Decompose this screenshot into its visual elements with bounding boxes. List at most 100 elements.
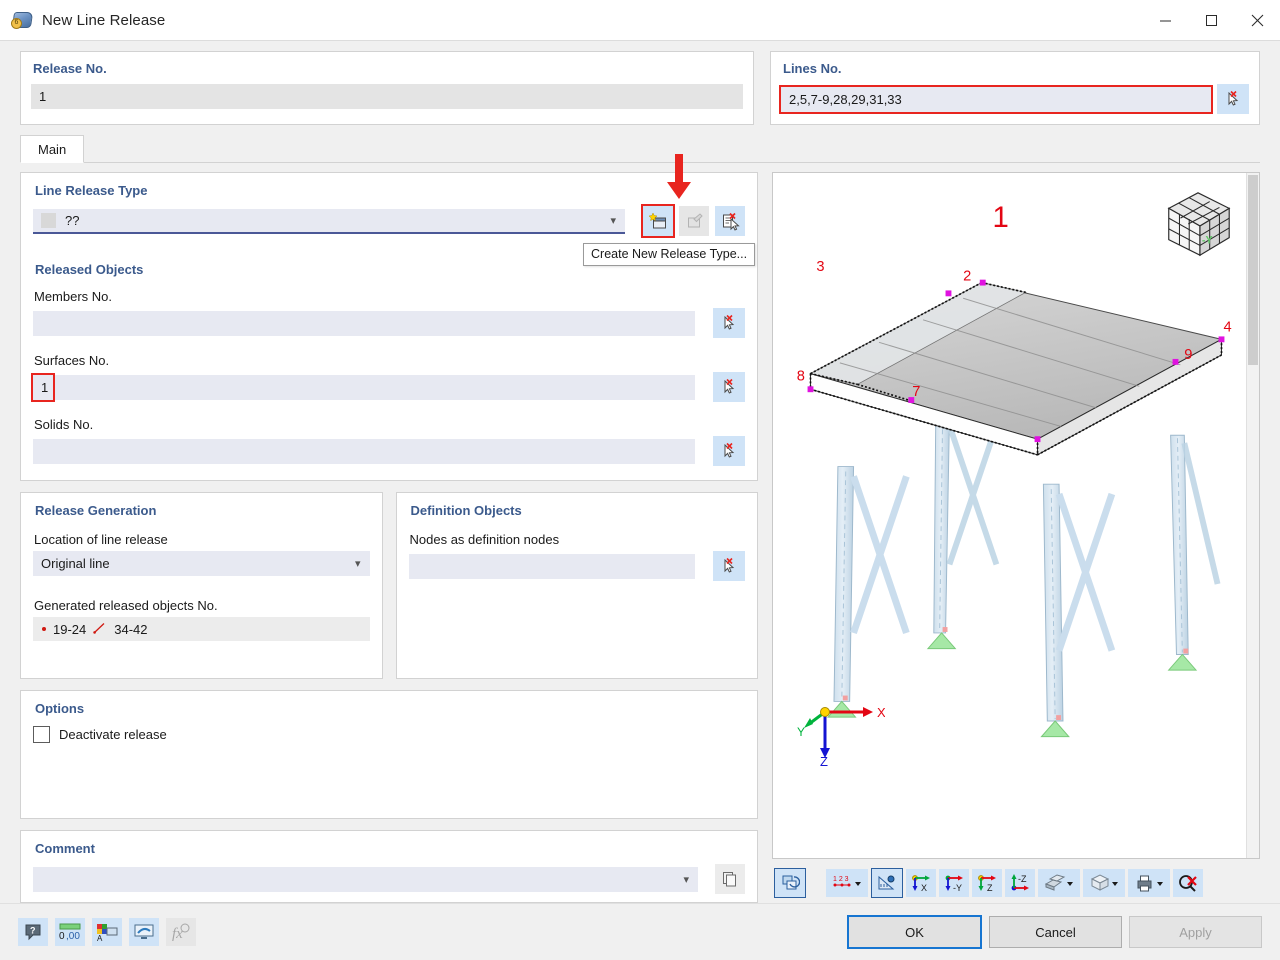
window-title: New Line Release — [42, 12, 165, 29]
dialog-body: Line Release Type ?? ▾ — [0, 163, 1280, 903]
cancel-button[interactable]: Cancel — [989, 916, 1122, 948]
line-slash-icon — [93, 622, 107, 637]
line-release-icon: 6 — [11, 9, 33, 31]
axis-triad: X Z Y — [795, 694, 885, 766]
release-generation-section: Release Generation Location of line rele… — [20, 492, 383, 679]
scrollbar-thumb[interactable] — [1248, 175, 1258, 365]
comment-copy-button[interactable] — [715, 864, 745, 894]
view-negy-button[interactable]: -Y — [939, 869, 969, 897]
surfaces-no-input[interactable]: 1 — [33, 375, 695, 400]
maximize-button[interactable] — [1188, 0, 1234, 40]
solids-no-input[interactable] — [33, 439, 695, 464]
viewport-toolbar: 1 2 3 — [772, 859, 1260, 903]
top-fields-row: Release No. 1 Lines No. 2,5,7-9,28,29,31… — [0, 41, 1280, 125]
location-of-line-release-combo[interactable]: Original line ▾ — [33, 551, 370, 576]
solids-no-pick-button[interactable] — [713, 436, 745, 466]
node-dot-icon — [42, 627, 46, 631]
comment-input[interactable]: ▾ — [33, 867, 698, 892]
view-z-button[interactable]: Z — [972, 869, 1002, 897]
location-of-line-release-value: Original line — [41, 556, 110, 571]
release-no-label: Release No. — [33, 61, 743, 76]
solids-no-label: Solids No. — [34, 417, 745, 432]
ok-button[interactable]: OK — [847, 915, 982, 949]
lines-no-pick-button[interactable] — [1217, 84, 1249, 114]
viewport-scrollbar[interactable] — [1246, 173, 1259, 858]
axis-z-label: Z — [820, 754, 828, 766]
release-no-input[interactable]: 1 — [31, 84, 743, 109]
units-button[interactable]: 0 ,00 — [55, 918, 85, 946]
create-new-release-type-tooltip: Create New Release Type... — [583, 243, 755, 266]
svg-text:1: 1 — [993, 201, 1009, 234]
title-bar: 6 New Line Release — [0, 0, 1280, 41]
render-mode-button[interactable] — [774, 868, 806, 898]
wireframe-button[interactable] — [1083, 869, 1125, 897]
release-type-color-swatch — [41, 213, 56, 228]
numbering-button[interactable]: 1 2 3 — [826, 869, 868, 897]
help-button[interactable]: ? — [18, 918, 48, 946]
svg-text:?: ? — [30, 926, 36, 936]
release-no-panel: Release No. 1 — [20, 51, 754, 125]
svg-text:0: 0 — [59, 931, 65, 942]
svg-text:-Z: -Z — [1018, 874, 1027, 884]
svg-text:A: A — [97, 934, 103, 942]
surfaces-no-pick-button[interactable] — [713, 372, 745, 402]
svg-text:1 2 3: 1 2 3 — [833, 876, 849, 883]
deactivate-release-row[interactable]: Deactivate release — [33, 726, 745, 743]
create-new-release-type-button[interactable] — [643, 206, 673, 236]
generated-nodes-value: 19-24 — [53, 622, 86, 637]
deactivate-release-checkbox[interactable] — [33, 726, 50, 743]
nodes-as-definition-nodes-input[interactable] — [409, 554, 696, 579]
display-style-button[interactable] — [1038, 869, 1080, 897]
surfaces-no-label: Surfaces No. — [34, 353, 745, 368]
left-column: Line Release Type ?? ▾ — [20, 163, 758, 903]
bottom-bar: ? 0 ,00 A — [0, 903, 1280, 960]
visibility-button[interactable] — [129, 918, 159, 946]
lines-no-input[interactable]: 2,5,7-9,28,29,31,33 — [781, 87, 1211, 112]
svg-text:7: 7 — [912, 384, 920, 400]
chevron-down-icon: ▾ — [605, 214, 621, 227]
view-negz-button[interactable]: -Z — [1005, 869, 1035, 897]
axis-y-label: Y — [797, 725, 805, 739]
line-release-type-section: Line Release Type ?? ▾ — [20, 172, 758, 481]
edit-release-type-button — [679, 206, 709, 236]
options-section: Options Deactivate release — [20, 690, 758, 819]
apply-button: Apply — [1129, 916, 1262, 948]
axis-x-label: X — [877, 705, 885, 720]
svg-text:,00: ,00 — [66, 931, 80, 942]
generated-lines-value: 34-42 — [114, 622, 147, 637]
svg-text:3: 3 — [816, 259, 824, 275]
svg-text:-Y: -Y — [953, 883, 962, 893]
tab-strip: Main — [20, 136, 1260, 163]
view-x-button[interactable]: X — [906, 869, 936, 897]
svg-text:X: X — [921, 883, 927, 893]
location-of-line-release-label: Location of line release — [34, 532, 370, 547]
clear-selection-button[interactable] — [1173, 869, 1203, 897]
line-release-type-combo[interactable]: ?? ▾ — [33, 209, 625, 234]
formula-button: fx — [166, 918, 196, 946]
definition-nodes-pick-button[interactable] — [713, 551, 745, 581]
svg-text:Z: Z — [987, 883, 993, 893]
display-properties-button[interactable]: A — [92, 918, 122, 946]
svg-text:9: 9 — [1184, 347, 1192, 363]
line-release-type-value: ?? — [65, 213, 79, 228]
generated-released-objects-value: 19-24 34-42 — [33, 617, 370, 641]
chevron-down-icon: ▾ — [678, 873, 694, 886]
minimize-button[interactable] — [1142, 0, 1188, 40]
generated-released-objects-label: Generated released objects No. — [34, 598, 370, 613]
close-button[interactable] — [1234, 0, 1280, 40]
definition-objects-section: Definition Objects Nodes as definition n… — [396, 492, 759, 679]
model-viewport[interactable]: -Y — [772, 172, 1260, 859]
tab-main[interactable]: Main — [20, 135, 84, 163]
definition-objects-label: Definition Objects — [411, 503, 746, 518]
comment-label: Comment — [35, 841, 745, 856]
generation-definition-row: Release Generation Location of line rele… — [20, 492, 758, 679]
svg-text:4: 4 — [1223, 320, 1231, 336]
members-no-input[interactable] — [33, 311, 695, 336]
deactivate-release-label: Deactivate release — [59, 727, 167, 742]
delete-release-type-button[interactable] — [715, 206, 745, 236]
measure-button[interactable] — [871, 868, 903, 898]
options-label: Options — [35, 701, 745, 716]
members-no-pick-button[interactable] — [713, 308, 745, 338]
line-release-type-label: Line Release Type — [35, 183, 745, 198]
print-button[interactable] — [1128, 869, 1170, 897]
